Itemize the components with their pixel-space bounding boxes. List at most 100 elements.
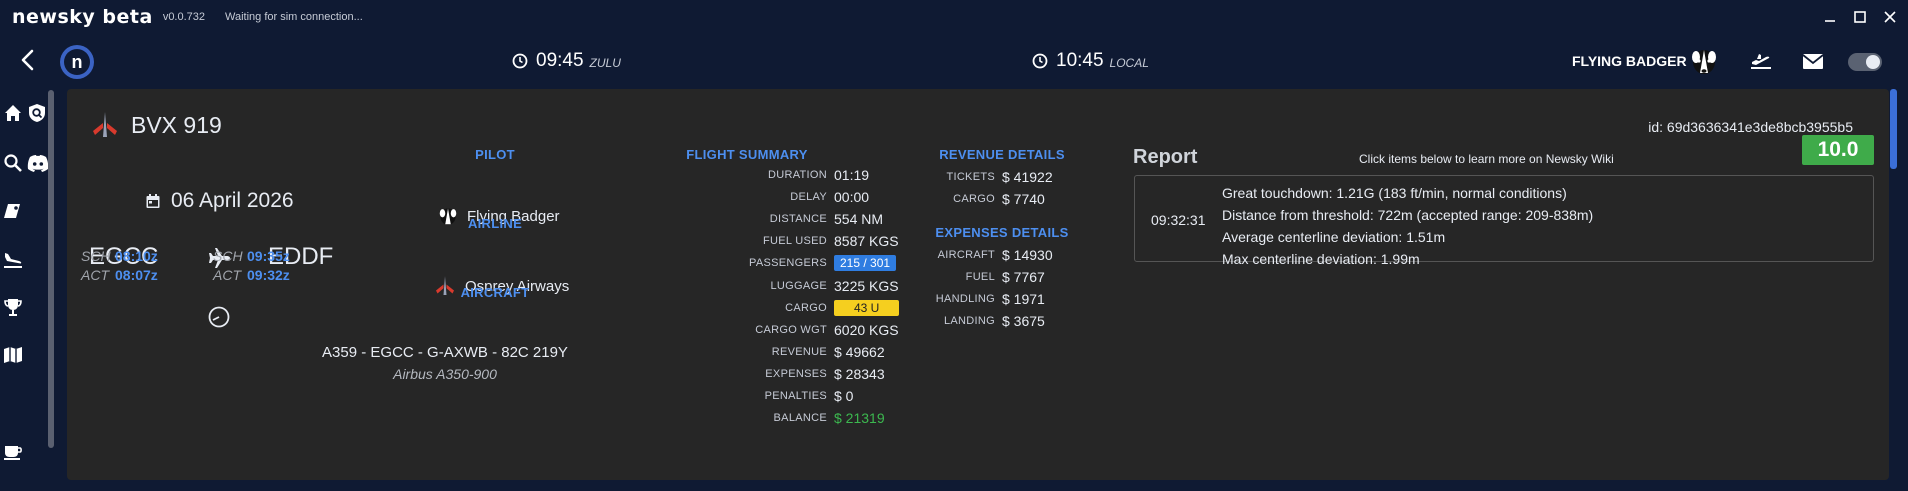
expenses-value: $ 1971 bbox=[1002, 291, 1045, 307]
summary-value: 3225 KGS bbox=[834, 277, 899, 294]
aircraft-type: Airbus A350-900 bbox=[393, 366, 497, 382]
expenses-value: $ 14930 bbox=[1002, 247, 1053, 263]
summary-row: FUEL USED 8587 KGS bbox=[707, 230, 899, 252]
map-icon[interactable] bbox=[2, 344, 26, 368]
local-time: 10:45 bbox=[1056, 50, 1104, 71]
summary-row: CARGO 43 U bbox=[707, 297, 900, 319]
summary-row: REVENUE $ 49662 bbox=[707, 341, 885, 363]
summary-label: CARGO WGT bbox=[755, 323, 827, 336]
arr-actual: 09:32z bbox=[247, 267, 290, 283]
revenue-value: $ 7740 bbox=[1002, 191, 1045, 207]
report-line[interactable]: Distance from threshold: 722m (accepted … bbox=[1222, 207, 1593, 223]
landing-icon[interactable] bbox=[2, 248, 26, 272]
report-line[interactable]: Average centerline deviation: 1.51m bbox=[1222, 229, 1445, 245]
shield-search-icon[interactable] bbox=[26, 102, 50, 126]
search-icon[interactable] bbox=[2, 152, 26, 176]
summary-label: EXPENSES bbox=[765, 367, 827, 380]
sidebar-scrollbar[interactable] bbox=[48, 90, 54, 448]
dep-scheduled: 08:10z bbox=[115, 248, 158, 264]
expenses-row: FUEL $ 7767 bbox=[935, 266, 1045, 288]
clock-icon bbox=[512, 53, 528, 69]
mail-icon[interactable] bbox=[1800, 48, 1826, 74]
zulu-clock: 09:45 ZULU bbox=[512, 50, 621, 72]
report-line[interactable]: Max centerline deviation: 1.99m bbox=[1222, 251, 1420, 267]
flight-summary-heading: FLIGHT SUMMARY bbox=[686, 147, 808, 162]
summary-label: REVENUE bbox=[771, 345, 827, 358]
report-entry[interactable]: 09:32:31 Great touchdown: 1.21G (183 ft/… bbox=[1134, 175, 1874, 267]
expenses-label: FUEL bbox=[965, 271, 995, 283]
revenue-row: TICKETS $ 41922 bbox=[935, 166, 1053, 188]
revenue-label: CARGO bbox=[953, 193, 995, 205]
app-name: newsky beta bbox=[12, 5, 153, 28]
report-entry-time: 09:32:31 bbox=[1151, 212, 1206, 228]
summary-value: $ 28343 bbox=[834, 365, 885, 382]
expenses-label: AIRCRAFT bbox=[937, 249, 995, 261]
clock-icon bbox=[1032, 53, 1048, 69]
summary-row: EXPENSES $ 28343 bbox=[707, 363, 885, 385]
maximize-button[interactable] bbox=[1848, 5, 1872, 29]
airline-logo-icon bbox=[93, 112, 117, 137]
zulu-label: ZULU bbox=[589, 56, 621, 70]
app-logo[interactable]: n bbox=[60, 45, 94, 79]
summary-label: DELAY bbox=[790, 191, 827, 204]
summary-row: PASSENGERS 215 / 301 bbox=[707, 252, 897, 274]
wiki-hint: Click items below to learn more on Newsk… bbox=[1359, 152, 1614, 166]
local-clock: 10:45 LOCAL bbox=[1032, 50, 1149, 72]
back-icon[interactable] bbox=[16, 47, 40, 73]
summary-row: DELAY 00:00 bbox=[707, 186, 869, 208]
calendar-icon bbox=[146, 194, 160, 208]
summary-label: PASSENGERS bbox=[749, 257, 827, 270]
expenses-row: HANDLING $ 1971 bbox=[935, 288, 1045, 310]
summary-value: 01:19 bbox=[834, 167, 870, 183]
tag-icon[interactable] bbox=[2, 200, 26, 224]
theme-toggle[interactable] bbox=[1848, 53, 1882, 71]
trophy-icon[interactable] bbox=[2, 296, 26, 320]
report-line[interactable]: Great touchdown: 1.21G (183 ft/min, norm… bbox=[1222, 185, 1567, 201]
summary-row: DURATION 01:19 bbox=[707, 164, 869, 186]
callsign: BVX 919 bbox=[131, 111, 222, 138]
zulu-time: 09:45 bbox=[536, 50, 584, 71]
cargo-badge: 43 U bbox=[834, 299, 900, 316]
main-scrollbar[interactable] bbox=[1890, 89, 1897, 169]
summary-label: DISTANCE bbox=[769, 213, 827, 226]
local-label: LOCAL bbox=[1109, 56, 1149, 70]
summary-value: 6020 KGS bbox=[834, 321, 899, 338]
flight-date: 06 April 2026 bbox=[145, 189, 294, 213]
summary-label: LUGGAGE bbox=[770, 279, 827, 292]
flight-title: BVX 919 bbox=[89, 109, 222, 141]
title-bar: newsky beta v0.0.732 Waiting for sim con… bbox=[0, 0, 1908, 33]
summary-value: 00:00 bbox=[834, 189, 870, 206]
summary-value: $ 0 bbox=[834, 388, 854, 404]
expenses-value: $ 3675 bbox=[1002, 313, 1045, 329]
sidebar bbox=[0, 88, 56, 491]
badger-avatar[interactable] bbox=[1688, 45, 1720, 77]
sim-status: Waiting for sim connection... bbox=[225, 10, 363, 23]
pilot-heading: PILOT bbox=[475, 147, 515, 162]
expenses-row: AIRCRAFT $ 14930 bbox=[935, 244, 1053, 266]
summary-row: DISTANCE 554 NM bbox=[707, 208, 883, 230]
aircraft-registration[interactable]: A359 - EGCC - G-AXWB - 82C 219Y bbox=[295, 344, 595, 361]
summary-row: BALANCE $ 21319 bbox=[707, 407, 885, 429]
home-icon[interactable] bbox=[2, 102, 26, 126]
gauge-icon bbox=[207, 305, 231, 329]
expenses-heading: EXPENSES DETAILS bbox=[935, 225, 1069, 240]
arr-scheduled: 09:35z bbox=[247, 248, 290, 264]
close-button[interactable] bbox=[1878, 5, 1902, 29]
minimize-button[interactable] bbox=[1818, 5, 1842, 29]
summary-row: PENALTIES $ 0 bbox=[707, 385, 854, 407]
summary-label: PENALTIES bbox=[764, 390, 827, 402]
expenses-label: HANDLING bbox=[935, 293, 995, 305]
username[interactable]: FLYING BADGER bbox=[1572, 53, 1687, 69]
departure-times: SCH 08:10z ACT 08:07z bbox=[81, 248, 158, 283]
flight-id: id: 69d3636341e3de8bcb3955b5 bbox=[1648, 119, 1853, 135]
coffee-icon[interactable] bbox=[2, 440, 26, 464]
report-score: 10.0 bbox=[1802, 135, 1874, 165]
expenses-row: LANDING $ 3675 bbox=[935, 310, 1045, 332]
revenue-value: $ 41922 bbox=[1002, 169, 1053, 185]
summary-label: BALANCE bbox=[773, 412, 827, 425]
flights-icon[interactable] bbox=[1748, 48, 1774, 74]
revenue-label: TICKETS bbox=[946, 171, 995, 183]
summary-label: DURATION bbox=[767, 169, 827, 181]
summary-row: CARGO WGT 6020 KGS bbox=[707, 319, 899, 341]
discord-icon[interactable] bbox=[26, 152, 50, 176]
